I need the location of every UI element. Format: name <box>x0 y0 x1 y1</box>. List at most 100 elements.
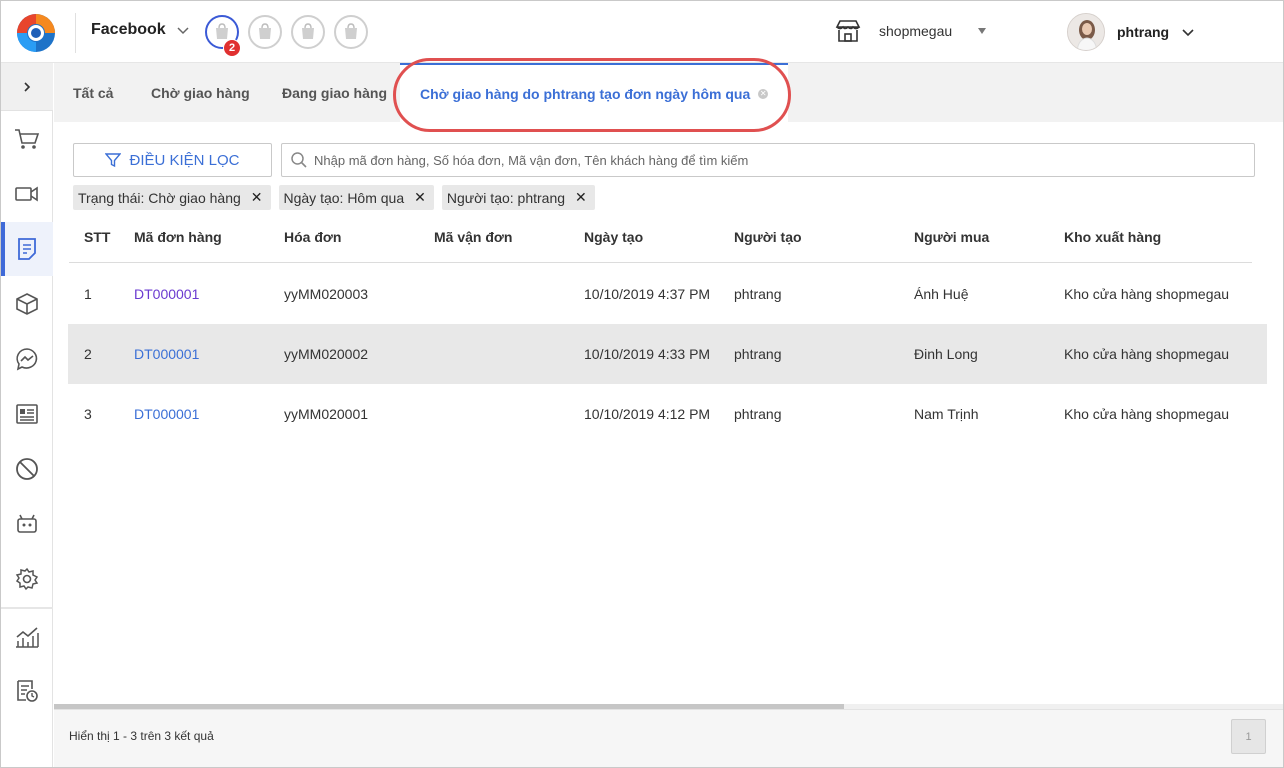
column-header-tracking[interactable]: Mã vận đơn <box>434 229 512 245</box>
cell-buyer: Nam Trịnh <box>914 406 979 422</box>
tab-bar: Tất cả Chờ giao hàng Đang giao hàng Chờ … <box>54 63 1283 122</box>
search-box <box>281 143 1255 177</box>
shop-avatar[interactable] <box>334 15 368 49</box>
cell-invoice: yyMM020003 <box>284 286 369 302</box>
shop-avatar[interactable] <box>248 15 282 49</box>
cell-created-date: 10/10/2019 4:33 PM <box>584 346 711 362</box>
video-camera-icon <box>15 186 38 202</box>
table-row[interactable]: 3 DT000001 yyMM020001 10/10/2019 4:12 PM… <box>68 384 1267 444</box>
filter-icon <box>105 153 122 168</box>
sidebar-item-blocked[interactable] <box>1 442 53 496</box>
shop-avatar[interactable] <box>291 15 325 49</box>
remove-filter-icon[interactable]: ✕ <box>251 189 263 206</box>
store-icon <box>835 20 861 42</box>
filter-chip-label: Ngày tạo: Hôm qua <box>283 189 405 206</box>
user-menu[interactable]: phtrang <box>1067 13 1195 51</box>
notification-badge: 2 <box>223 39 241 57</box>
tab-awaiting-delivery[interactable]: Chờ giao hàng <box>151 63 250 122</box>
document-clock-icon <box>17 680 38 702</box>
cell-buyer: Đinh Long <box>914 346 978 362</box>
cell-warehouse: Kho cửa hàng shopmegau <box>1064 406 1230 422</box>
shop-list: 2 <box>205 15 368 57</box>
chevron-right-icon <box>24 81 31 92</box>
sidebar-item-messenger[interactable] <box>1 332 53 386</box>
order-code-link[interactable]: DT000001 <box>134 406 199 422</box>
table-footer: Hiển thị 1 - 3 trên 3 kết quả 1 <box>54 709 1283 767</box>
remove-filter-icon[interactable]: ✕ <box>575 189 587 206</box>
cell-invoice: yyMM020001 <box>284 406 369 422</box>
close-tab-icon[interactable]: ✕ <box>758 88 769 99</box>
sidebar-item-products[interactable] <box>1 277 53 331</box>
shopping-bag-icon <box>302 23 314 39</box>
app-window: Facebook 2 shopmegau phtrang Tất cả Chờ … <box>0 0 1284 768</box>
user-name: phtrang <box>1117 24 1170 40</box>
cell-created-date: 10/10/2019 4:37 PM <box>584 286 711 302</box>
cell-stt: 1 <box>84 286 92 302</box>
page-button[interactable]: 1 <box>1231 719 1266 754</box>
chevron-down-icon <box>1182 29 1194 37</box>
tab-custom-filter-label: Chờ giao hàng do phtrang tạo đơn ngày hô… <box>420 85 751 102</box>
cell-creator: phtrang <box>734 286 782 302</box>
cell-invoice: yyMM020002 <box>284 346 369 362</box>
sidebar <box>1 63 53 767</box>
shopping-bag-icon <box>345 23 357 39</box>
cell-buyer: Ánh Huệ <box>914 286 969 302</box>
shopping-bag-icon <box>259 23 271 39</box>
ban-icon <box>16 458 38 480</box>
tab-delivering[interactable]: Đang giao hàng <box>282 63 387 122</box>
cell-creator: phtrang <box>734 406 782 422</box>
cell-creator: phtrang <box>734 346 782 362</box>
avatar <box>1067 13 1105 51</box>
cell-created-date: 10/10/2019 4:12 PM <box>584 406 711 422</box>
order-code-link[interactable]: DT000001 <box>134 286 199 302</box>
sidebar-item-orders[interactable] <box>1 222 53 276</box>
channel-selector[interactable]: Facebook <box>91 21 190 39</box>
caret-down-icon <box>978 28 987 34</box>
table-header: STT Mã đơn hàng Hóa đơn Mã vận đơn Ngày … <box>69 215 1252 263</box>
filter-chip-status: Trạng thái: Chờ giao hàng ✕ <box>73 185 271 210</box>
active-filters: Trạng thái: Chờ giao hàng ✕ Ngày tạo: Hô… <box>73 185 595 210</box>
search-input[interactable] <box>314 152 1234 168</box>
filter-chip-label: Người tạo: phtrang <box>446 189 566 206</box>
column-header-invoice[interactable]: Hóa đơn <box>284 229 341 245</box>
column-header-creator[interactable]: Người tạo <box>734 229 802 245</box>
shop-avatar-active[interactable]: 2 <box>205 15 241 57</box>
filter-chip-created-date: Ngày tạo: Hôm qua ✕ <box>278 185 434 210</box>
column-header-order-code[interactable]: Mã đơn hàng <box>134 229 222 245</box>
tab-custom-filter[interactable]: Chờ giao hàng do phtrang tạo đơn ngày hô… <box>400 63 789 122</box>
sidebar-item-customers[interactable] <box>1 387 53 441</box>
sidebar-item-reports[interactable] <box>1 610 53 664</box>
store-name: shopmegau <box>879 23 953 39</box>
sidebar-item-bot[interactable] <box>1 497 53 551</box>
chart-line-icon <box>16 627 39 648</box>
store-selector[interactable]: shopmegau <box>835 19 987 43</box>
id-card-icon <box>16 404 38 424</box>
sidebar-item-history[interactable] <box>1 664 53 718</box>
cell-warehouse: Kho cửa hàng shopmegau <box>1064 286 1230 302</box>
filter-chip-label: Trạng thái: Chờ giao hàng <box>78 189 241 206</box>
column-header-created-date[interactable]: Ngày tạo <box>584 229 643 245</box>
sidebar-item-settings[interactable] <box>1 552 53 606</box>
remove-filter-icon[interactable]: ✕ <box>414 189 426 206</box>
channel-label: Facebook <box>91 21 166 38</box>
sidebar-item-cart[interactable] <box>1 112 53 166</box>
tab-all[interactable]: Tất cả <box>73 63 113 122</box>
table-row[interactable]: 1 DT000001 yyMM020003 10/10/2019 4:37 PM… <box>68 264 1267 324</box>
gear-icon <box>15 567 39 591</box>
sidebar-divider <box>1 607 53 609</box>
order-code-link[interactable]: DT000001 <box>134 346 199 362</box>
column-header-buyer[interactable]: Người mua <box>914 229 989 245</box>
header-divider <box>75 13 76 53</box>
chevron-down-icon <box>177 27 189 35</box>
sidebar-item-video[interactable] <box>1 167 53 221</box>
app-logo-icon[interactable] <box>15 12 57 54</box>
box-icon <box>16 293 38 315</box>
column-header-warehouse[interactable]: Kho xuất hàng <box>1064 229 1161 245</box>
cell-stt: 3 <box>84 406 92 422</box>
sidebar-toggle[interactable] <box>1 63 53 111</box>
search-icon <box>291 152 307 168</box>
filter-conditions-button[interactable]: ĐIỀU KIỆN LỌC <box>73 143 272 177</box>
table-row[interactable]: 2 DT000001 yyMM020002 10/10/2019 4:33 PM… <box>68 324 1267 384</box>
orders-document-icon <box>18 238 36 260</box>
column-header-stt[interactable]: STT <box>84 229 110 245</box>
